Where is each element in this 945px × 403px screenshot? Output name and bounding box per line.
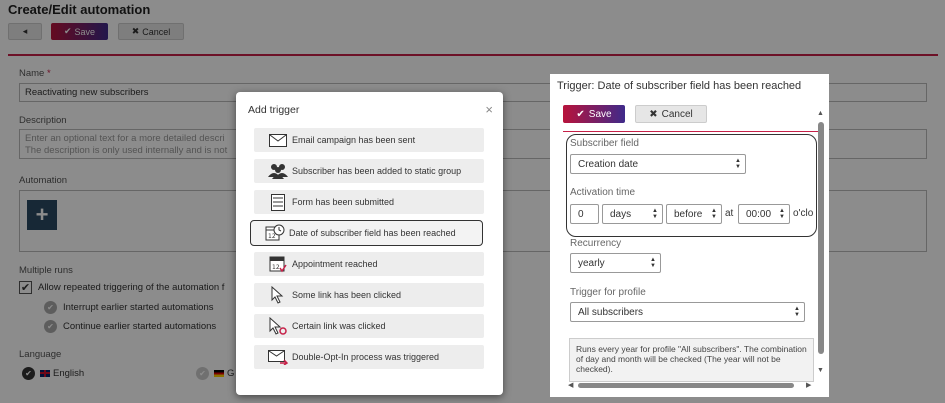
activation-direction-value: before (674, 208, 703, 220)
scrollbar-thumb[interactable] (818, 122, 824, 354)
select-arrows-icon: ▲ ▼ (711, 208, 717, 220)
trigger-for-profile-label: Trigger for profile (570, 287, 646, 298)
scroll-left-icon[interactable]: ◀ (568, 381, 573, 389)
cursor-icon (268, 286, 288, 304)
panel-divider (563, 131, 818, 132)
oclock-label: o'clo (793, 208, 814, 219)
form-icon (268, 193, 288, 211)
recurrency-info-box: Runs every year for profile "All subscri… (569, 338, 814, 382)
svg-text:12: 12 (268, 233, 276, 240)
activation-amount-input[interactable]: 0 (570, 204, 599, 224)
close-icon[interactable]: × (485, 102, 493, 117)
trigger-for-profile-select[interactable]: All subscribers ▲ ▼ (570, 302, 805, 322)
trigger-label: Appointment reached (292, 259, 378, 269)
x-icon: ✖ (649, 108, 658, 120)
activation-time-value: 00:00 (746, 208, 772, 220)
recurrency-value: yearly (578, 257, 605, 269)
trigger-config-panel: Trigger: Date of subscriber field has be… (550, 74, 829, 397)
recurrency-select[interactable]: yearly ▲ ▼ (570, 253, 661, 273)
modal-title: Add trigger (248, 104, 300, 116)
select-arrows-icon: ▲ ▼ (779, 208, 785, 220)
trigger-label: Some link has been clicked (292, 290, 402, 300)
envelope-icon (268, 131, 288, 149)
select-arrows-icon: ▲ ▼ (650, 257, 656, 269)
trigger-label: Form has been submitted (292, 197, 395, 207)
recurrency-label: Recurrency (570, 238, 622, 249)
select-arrows-icon: ▲ ▼ (735, 158, 741, 170)
activation-amount-value: 0 (578, 208, 584, 220)
trigger-added-to-static-group[interactable]: Subscriber has been added to static grou… (254, 159, 484, 183)
subscriber-field-label: Subscriber field (570, 138, 639, 149)
svg-text:12: 12 (272, 264, 280, 271)
subscriber-field-value: Creation date (578, 158, 639, 170)
panel-save-button[interactable]: ✔ Save (563, 105, 625, 123)
trigger-date-of-field-reached[interactable]: 12 Date of subscriber field has been rea… (250, 220, 483, 246)
select-arrows-icon: ▲ ▼ (652, 208, 658, 220)
trigger-appointment-reached[interactable]: 12 Appointment reached (254, 252, 484, 276)
trigger-label: Double-Opt-In process was triggered (292, 352, 440, 362)
calendar-check-icon: 12 (268, 255, 288, 273)
envelope-arrow-icon (268, 348, 288, 366)
trigger-label: Certain link was clicked (292, 321, 386, 331)
panel-title: Trigger: Date of subscriber field has be… (557, 80, 802, 92)
activation-unit-value: days (610, 208, 632, 220)
horizontal-scrollbar[interactable]: ◀ ▶ (568, 380, 816, 390)
trigger-some-link-clicked[interactable]: Some link has been clicked (254, 283, 484, 307)
trigger-certain-link-clicked[interactable]: Certain link was clicked (254, 314, 484, 338)
calendar-clock-icon: 12 (265, 224, 285, 242)
trigger-for-profile-value: All subscribers (578, 306, 644, 318)
h-scrollbar-thumb[interactable] (578, 383, 794, 388)
select-arrows-icon: ▲ ▼ (794, 306, 800, 318)
activation-unit-select[interactable]: days ▲ ▼ (602, 204, 663, 224)
trigger-email-campaign-sent[interactable]: Email campaign has been sent (254, 128, 484, 152)
trigger-label: Subscriber has been added to static grou… (292, 166, 462, 176)
trigger-double-opt-in[interactable]: Double-Opt-In process was triggered (254, 345, 484, 369)
scroll-down-icon[interactable]: ▼ (817, 367, 824, 374)
subscriber-field-select[interactable]: Creation date ▲ ▼ (570, 154, 746, 174)
panel-save-label: Save (588, 108, 612, 120)
scroll-right-icon[interactable]: ▶ (806, 381, 811, 389)
users-icon (268, 162, 288, 180)
activation-direction-select[interactable]: before ▲ ▼ (666, 204, 722, 224)
check-icon: ✔ (576, 108, 585, 120)
trigger-label: Email campaign has been sent (292, 135, 416, 145)
at-label: at (725, 208, 734, 219)
panel-cancel-label: Cancel (661, 108, 693, 120)
trigger-label: Date of subscriber field has been reache… (289, 228, 456, 238)
activation-time-label: Activation time (570, 187, 636, 198)
cursor-target-icon (268, 317, 288, 335)
vertical-scrollbar[interactable]: ▲ ▼ (817, 110, 825, 376)
panel-cancel-button[interactable]: ✖ Cancel (635, 105, 707, 123)
add-trigger-modal: Add trigger × Email campaign has been se… (236, 92, 503, 395)
trigger-form-submitted[interactable]: Form has been submitted (254, 190, 484, 214)
activation-time-select[interactable]: 00:00 ▲ ▼ (738, 204, 790, 224)
scroll-up-icon[interactable]: ▲ (817, 110, 824, 117)
